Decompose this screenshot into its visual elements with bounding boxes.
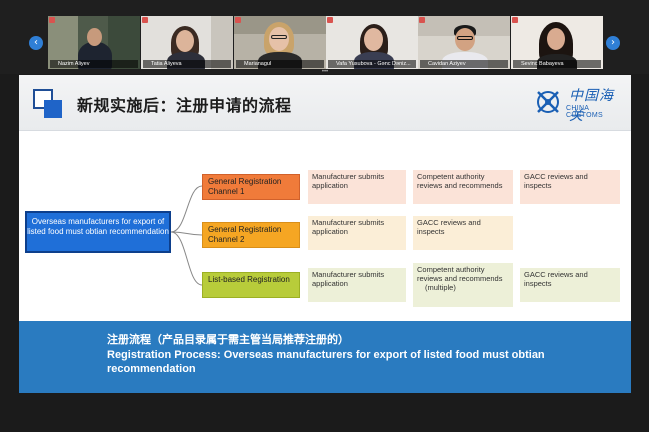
participant-tile[interactable]: Cavidan Aziyev bbox=[418, 16, 510, 69]
participant-name: Cavidan Aziyev bbox=[420, 60, 508, 68]
participant-tile[interactable]: Marianagul bbox=[234, 16, 326, 69]
next-page-button[interactable]: › bbox=[606, 36, 620, 50]
participant-tile[interactable]: Vafa Yusubova - Gənc Dəniz... bbox=[326, 16, 418, 69]
footer-title-cn: 注册流程（产品目录属于需主管当局推荐注册的） bbox=[107, 333, 349, 346]
step-gacc-inspects: GACC reviews and inspects bbox=[413, 216, 513, 250]
shared-slide: 新规实施后：注册申请的流程 中国海关 CHINA CUSTOMS Oversea… bbox=[19, 75, 631, 393]
muted-mic-icon bbox=[419, 17, 425, 23]
participant-name: Nazim Aliyev bbox=[50, 60, 138, 68]
step-authority-recommends: Competent authority reviews and recommen… bbox=[413, 170, 513, 204]
channel-3-box: List-based Registration bbox=[202, 272, 300, 298]
participant-tile[interactable]: Tatia Aliyeva bbox=[141, 16, 233, 69]
muted-mic-icon bbox=[512, 17, 518, 23]
muted-mic-icon bbox=[235, 17, 241, 23]
participant-name: Sevinc Babayeva bbox=[513, 60, 601, 68]
participant-strip: ‹ Nazim Aliyev Tatia Aliyeva Marianagul bbox=[0, 0, 649, 75]
muted-mic-icon bbox=[327, 17, 333, 23]
prev-page-button[interactable]: ‹ bbox=[29, 36, 43, 50]
channel-1-box: General Registration Channel 1 bbox=[202, 174, 300, 200]
channel-2-box: General Registration Channel 2 bbox=[202, 222, 300, 248]
step-text: Competent authority reviews and recommen… bbox=[417, 265, 503, 283]
video-call-window: ‹ Nazim Aliyev Tatia Aliyeva Marianagul bbox=[0, 0, 649, 432]
step-gacc-inspects: GACC reviews and inspects bbox=[520, 170, 620, 204]
participant-name: Marianagul bbox=[236, 60, 324, 68]
participant-name: Vafa Yusubova - Gənc Dəniz... bbox=[328, 60, 416, 68]
participant-name: Tatia Aliyeva bbox=[143, 60, 231, 68]
participant-tile[interactable]: Nazim Aliyev bbox=[48, 16, 140, 69]
step-manufacturer-submits: Manufacturer submits application bbox=[308, 268, 406, 302]
more-options-icon[interactable]: ••• bbox=[318, 69, 332, 75]
step-gacc-inspects: GACC reviews and inspects bbox=[520, 268, 620, 302]
step-authority-recommends: Competent authority reviews and recommen… bbox=[413, 263, 513, 307]
participant-tile[interactable]: Sevinc Babayeva bbox=[511, 16, 603, 69]
muted-mic-icon bbox=[49, 17, 55, 23]
footer-title-en: Registration Process: Overseas manufactu… bbox=[107, 349, 545, 375]
muted-mic-icon bbox=[142, 17, 148, 23]
step-manufacturer-submits: Manufacturer submits application bbox=[308, 170, 406, 204]
source-requirement-box: Overseas manufacturers for export of lis… bbox=[25, 211, 171, 253]
step-note: (multiple) bbox=[425, 283, 456, 292]
slide-footer-banner: 注册流程（产品目录属于需主管当局推荐注册的） Registration Proc… bbox=[19, 321, 631, 393]
step-manufacturer-submits: Manufacturer submits application bbox=[308, 216, 406, 250]
